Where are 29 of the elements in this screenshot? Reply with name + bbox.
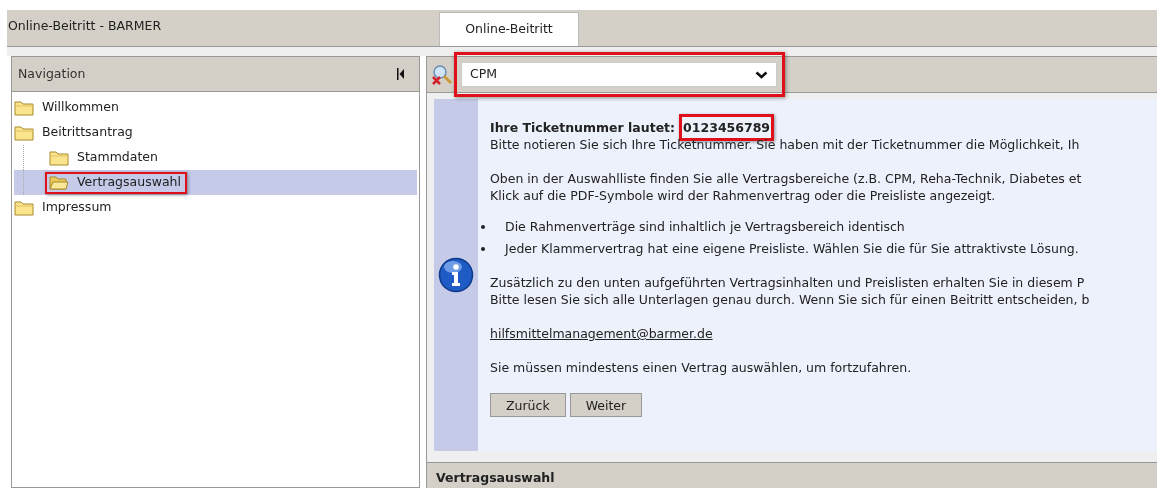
tree-item[interactable]: Willkommen [14,95,417,120]
folder-icon [49,149,69,166]
email-link[interactable]: hilfsmittelmanagement@barmer.de [490,326,713,341]
paragraph-text: Oben in der Auswahlliste finden Sie alle Vertragsbereiche (z.B. CPM, Reha-Technik, Diabetes et Klick auf die PDF-Symbole wird der Rahmenvertrag oder die Preisliste angezeigt. [490,170,1083,204]
collapse-icon[interactable] [397,68,405,80]
paragraph-text: Zusätzlich zu den unten aufgeführten Vertragsinhalten und Preislisten erhalten Sie in diesem P Bitte lesen Sie sich alle Unterlagen genau durch. Wenn Sie sich für einen Beitritt entscheiden, b [490,274,1090,308]
tab[interactable]: Online-Beitritt [439,12,579,46]
paragraph-text: Sie müssen mindestens einen Vertrag auswählen, um fortzufahren. [490,359,913,376]
folder-icon [14,99,34,116]
bullet-icon [481,246,485,251]
search-clear-icon[interactable] [431,63,453,86]
folder-icon [14,199,34,216]
list-item-text: Jeder Klammervertrag hat eine eigene Preisliste. Wählen Sie die für Sie attraktivste Lösung. [505,240,1079,257]
tree-item[interactable]: Beitrittsantrag [14,120,417,145]
open-folder-icon [49,174,69,191]
folder-icon [14,124,34,141]
contract-dropdown[interactable]: CPM [461,62,777,87]
action-button[interactable]: Weiter [569,393,643,417]
info-icon [438,257,474,293]
action-button[interactable]: Zurück [490,393,566,417]
tree-item[interactable]: Impressum [14,195,417,220]
ticket-label: Ihre Ticketnummer lautet: [490,119,676,136]
tree-item[interactable]: Vertragsauswahl [14,170,417,195]
panel-title: Navigation [18,64,86,83]
window-title: Online-Beitritt - BARMER [7,17,163,36]
section-title: Vertragsauswahl [436,469,555,488]
chevron-down-icon [755,70,768,79]
bullet-icon [481,224,485,229]
list-item-text: Die Rahmenverträge sind inhaltlich je Vertragsbereich identisch [505,218,905,235]
